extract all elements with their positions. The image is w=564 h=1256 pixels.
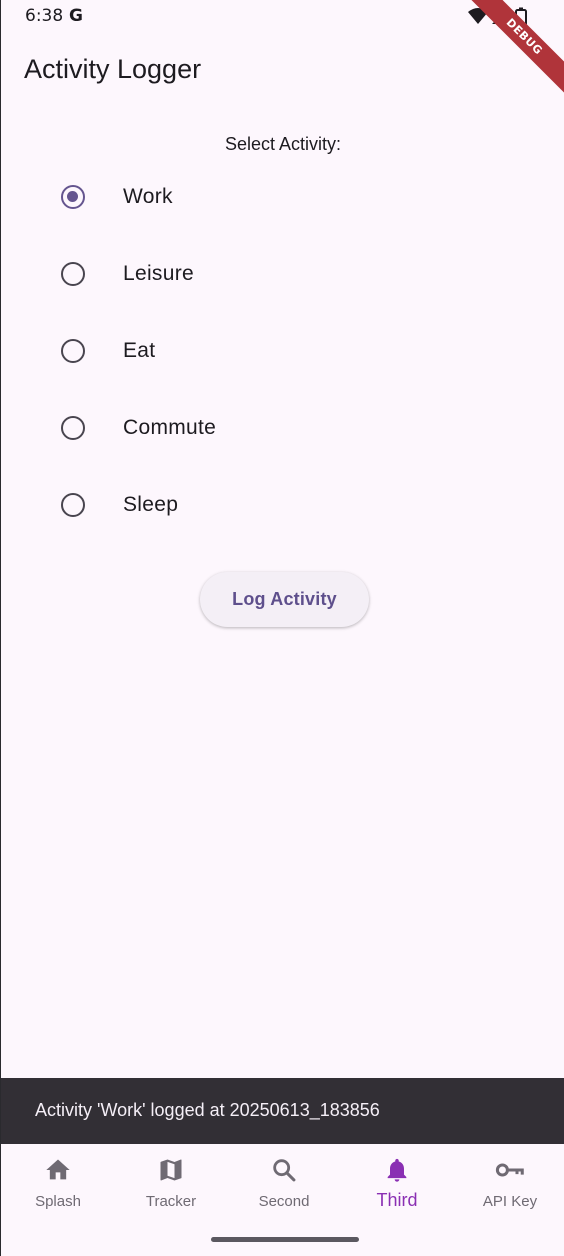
snackbar: Activity 'Work' logged at 20250613_18385…: [1, 1078, 564, 1144]
radio-option-commute[interactable]: Commute: [1, 390, 564, 467]
google-icon: G: [69, 6, 83, 26]
radio-option-eat[interactable]: Eat: [1, 313, 564, 390]
radio-option-sleep[interactable]: Sleep: [1, 467, 564, 544]
radio-button-selected[interactable]: [61, 185, 85, 209]
page-title: Activity Logger: [24, 54, 202, 84]
log-activity-button[interactable]: Log Activity: [200, 572, 369, 627]
radio-option-work[interactable]: Work: [1, 159, 564, 236]
nav-item-third[interactable]: Third: [341, 1144, 453, 1224]
radio-button[interactable]: [61, 339, 85, 363]
snackbar-message: Activity 'Work' logged at 20250613_18385…: [35, 1100, 380, 1120]
nav-label-active: Third: [376, 1190, 418, 1210]
status-time: 6:38: [25, 6, 64, 26]
radio-label: Eat: [123, 339, 156, 362]
radio-option-leisure[interactable]: Leisure: [1, 236, 564, 313]
nav-label: Tracker: [145, 1193, 197, 1210]
radio-button[interactable]: [61, 416, 85, 440]
nav-label: Second: [258, 1193, 310, 1210]
radio-label: Commute: [123, 416, 217, 439]
radio-label: Sleep: [123, 493, 179, 516]
radio-button[interactable]: [61, 493, 85, 517]
nav-label: Splash: [35, 1193, 81, 1210]
key-icon: [454, 1156, 564, 1184]
gesture-handle[interactable]: [211, 1237, 359, 1242]
nav-item-second[interactable]: Second: [228, 1144, 340, 1224]
nav-item-splash[interactable]: Splash: [2, 1144, 114, 1224]
search-icon: [228, 1156, 340, 1184]
nav-label: API Key: [482, 1193, 538, 1210]
map-icon: [115, 1156, 227, 1184]
nav-item-api-key[interactable]: API Key: [454, 1144, 564, 1224]
nav-item-tracker[interactable]: Tracker: [115, 1144, 227, 1224]
radio-label: Work: [123, 185, 173, 208]
radio-button[interactable]: [61, 262, 85, 286]
radio-dot: [67, 191, 78, 202]
select-activity-label: Select Activity:: [224, 134, 342, 154]
radio-label: Leisure: [123, 262, 194, 285]
status-bar: 6:38 G DEBUG: [1, 0, 564, 98]
bell-icon: [341, 1156, 453, 1184]
home-icon: [2, 1156, 114, 1184]
